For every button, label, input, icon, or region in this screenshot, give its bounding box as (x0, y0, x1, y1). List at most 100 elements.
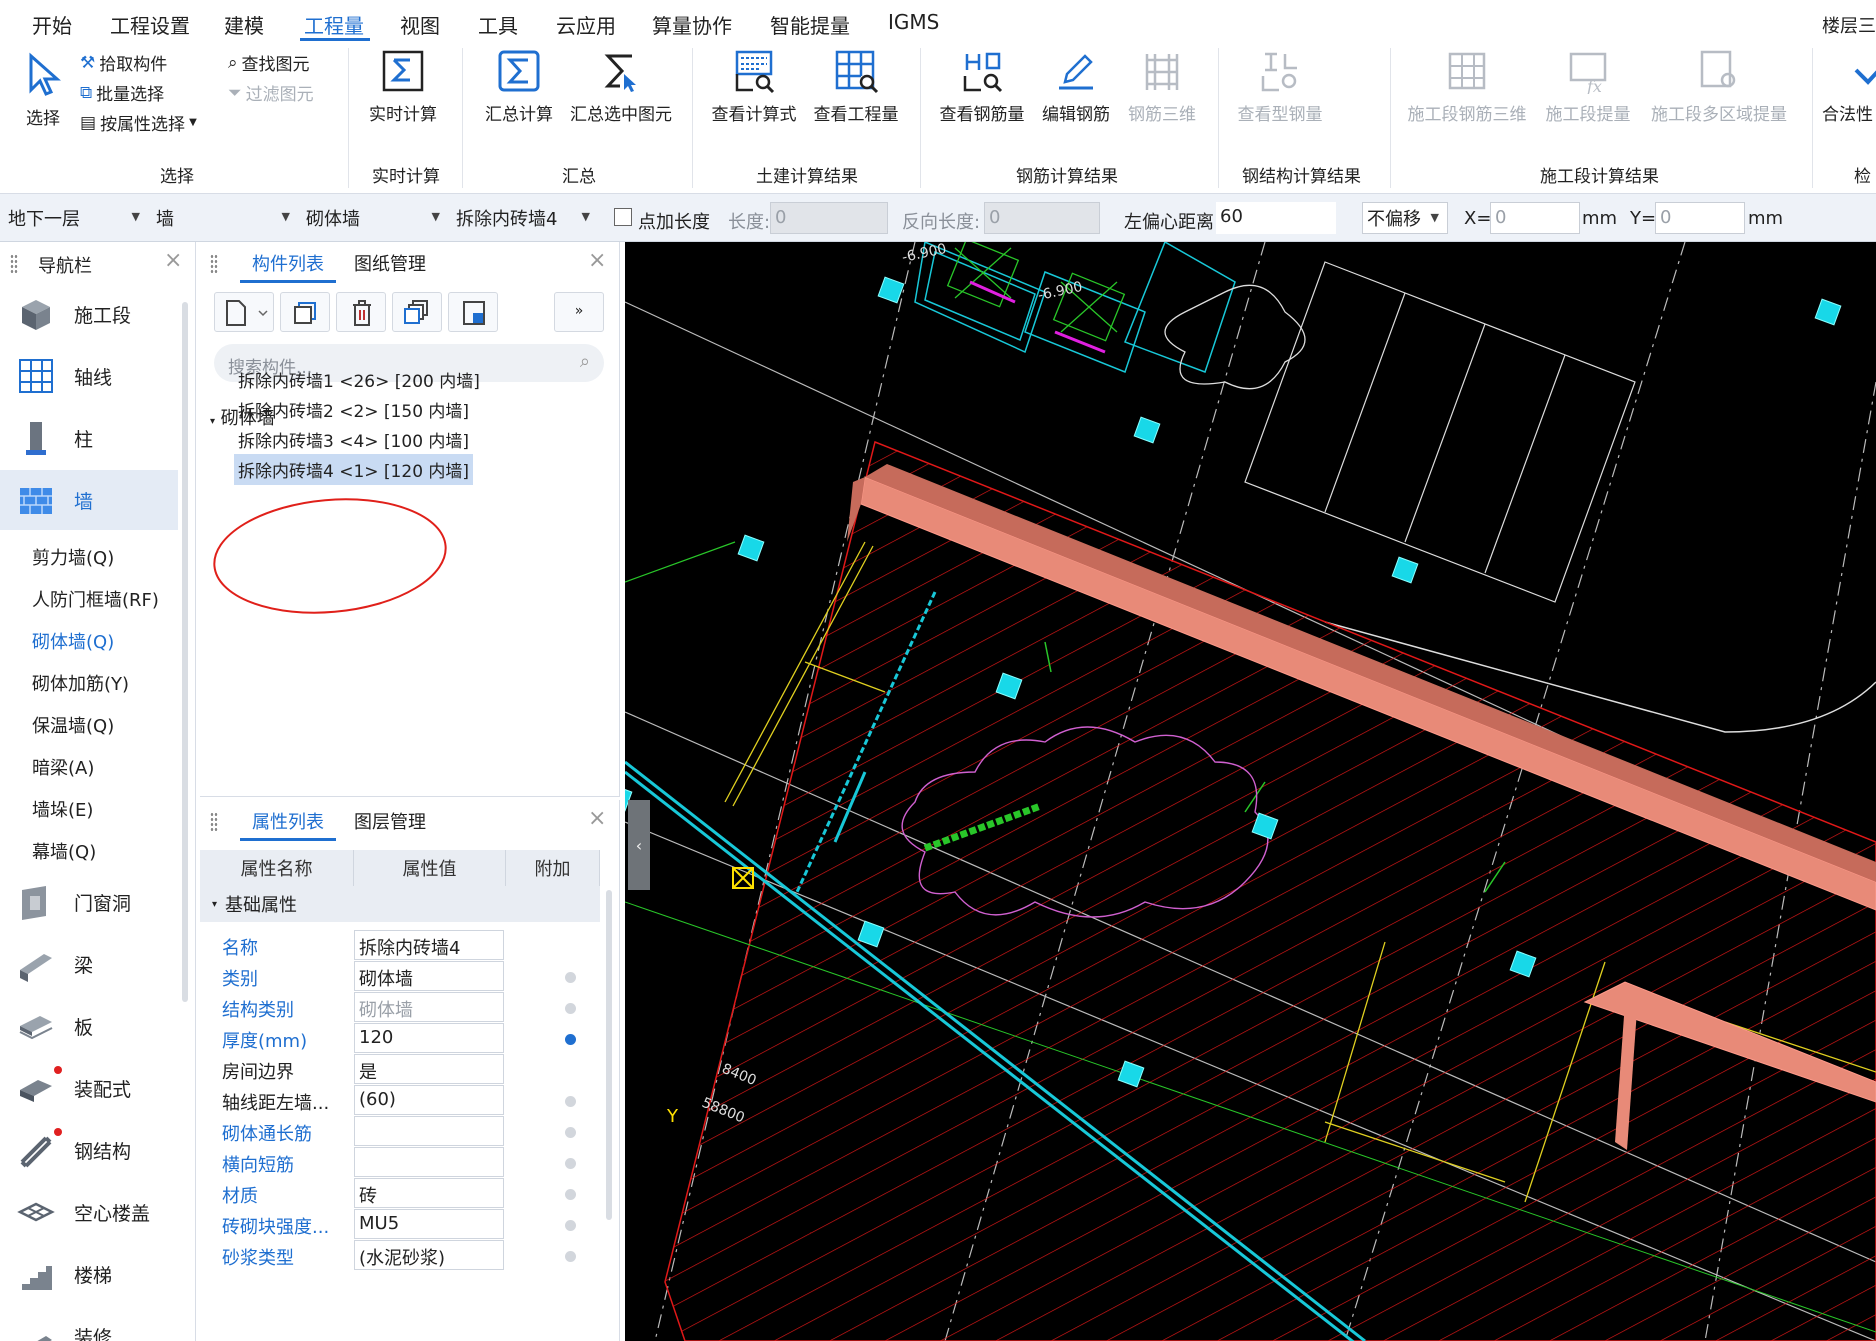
attach-dot[interactable] (565, 1003, 576, 1014)
offset-label: 左偏心距离: (1124, 212, 1221, 233)
prop-value[interactable]: (水泥砂浆) (354, 1240, 504, 1270)
nav-scrollbar[interactable] (182, 302, 188, 1002)
nav-item-beam[interactable]: 梁 (0, 934, 178, 994)
stage-quantity-button[interactable]: fx 施工段提量 (1540, 48, 1636, 125)
attach-dot[interactable] (565, 1189, 576, 1200)
pick-component-button[interactable]: ⚒ 拾取构件 (80, 50, 167, 76)
prop-value[interactable]: 拆除内砖墙4 (354, 930, 504, 960)
nav-sub-masonry-wall[interactable]: 砌体墙(Q) (32, 628, 114, 654)
prop-value[interactable]: (60) (354, 1085, 504, 1115)
collapse-panel-button[interactable]: ‹ (628, 800, 650, 890)
batch-select-button[interactable]: ⧉ 批量选择 (80, 80, 164, 106)
nav-sub-civil-door-frame[interactable]: 人防门框墙(RF) (32, 586, 159, 612)
legality-check-button[interactable]: 合法性 (1822, 48, 1876, 125)
drag-grip-icon[interactable] (10, 254, 18, 274)
property-group-basic[interactable]: ▾ 基础属性 (200, 886, 600, 922)
prop-value[interactable]: 120 (354, 1023, 504, 1053)
nav-sub-shear-wall[interactable]: 剪力墙(Q) (32, 544, 114, 570)
drag-grip-icon[interactable] (210, 812, 218, 832)
x-input[interactable]: 0 (1490, 202, 1580, 234)
select-button[interactable]: 选择 (18, 52, 68, 129)
floor-select[interactable]: 地下一层 ▼ (4, 202, 148, 234)
filter-element-button[interactable]: ⏷ 过滤图元 (228, 80, 314, 106)
category-select[interactable]: 墙 ▼ (152, 202, 298, 234)
brick-wall-icon (20, 488, 52, 514)
x-label: X= (1464, 208, 1492, 229)
view-quantity-icon (835, 50, 879, 94)
nav-sub-hidden-beam[interactable]: 暗梁(A) (32, 754, 94, 780)
nav-item-decoration[interactable]: 装修 (0, 1306, 178, 1341)
prop-value[interactable]: 砖 (354, 1178, 504, 1208)
nav-item-slab[interactable]: 板 (0, 996, 178, 1056)
prop-value[interactable] (354, 1116, 504, 1146)
summary-calc-button[interactable]: 汇总计算 (474, 48, 564, 125)
stage-multi-area-button[interactable]: 施工段多区域提量 (1644, 48, 1794, 125)
prop-value[interactable] (354, 1147, 504, 1177)
offset-input[interactable]: 60 (1216, 202, 1336, 234)
attach-dot[interactable] (565, 972, 576, 983)
realtime-calc-button[interactable]: 实时计算 (358, 48, 448, 125)
view-formula-label: 查看计算式 (711, 105, 797, 125)
nav-sub-insulation-wall[interactable]: 保温墙(Q) (32, 712, 114, 738)
stage-rebar-icon (1448, 52, 1486, 90)
prop-value[interactable]: 砌体墙 (354, 961, 504, 991)
stage-rebar-3d-button[interactable]: 施工段钢筋三维 (1402, 48, 1532, 125)
type-select[interactable]: 砌体墙 ▼ (302, 202, 448, 234)
view-rebar-button[interactable]: 查看钢筋量 (934, 48, 1030, 125)
nav-item-door-window[interactable]: 门窗洞 (0, 872, 178, 932)
view-steel-button[interactable]: 查看型钢量 (1230, 48, 1330, 125)
nav-sub-masonry-rebar[interactable]: 砌体加筋(Y) (32, 670, 129, 696)
edit-rebar-button[interactable]: 编辑钢筋 (1036, 48, 1116, 125)
nav-item-hollow-floor[interactable]: 空心楼盖 (0, 1182, 178, 1242)
nav-sub-curtain-wall[interactable]: 幕墙(Q) (32, 838, 96, 864)
menu-start[interactable]: 开始 (32, 10, 72, 39)
menu-tools[interactable]: 工具 (478, 10, 518, 39)
y-input[interactable]: 0 (1655, 202, 1745, 234)
leader-line (625, 541, 736, 583)
component-select-value: 拆除内砖墙4 (456, 209, 558, 230)
length-input[interactable]: 0 (770, 202, 888, 234)
menu-igms[interactable]: IGMS (888, 10, 939, 34)
nav-item-steel[interactable]: 钢结构 (0, 1120, 178, 1180)
close-icon[interactable]: × (588, 806, 606, 831)
menu-cloud[interactable]: 云应用 (556, 10, 616, 39)
add-length-checkbox[interactable] (614, 208, 632, 226)
menu-quantities[interactable]: 工程量 (304, 10, 364, 39)
view-formula-button[interactable]: 查看计算式 (706, 48, 802, 125)
prop-value[interactable]: 砌体墙 (354, 992, 504, 1022)
close-icon[interactable]: × (164, 248, 182, 273)
attach-dot[interactable] (565, 1251, 576, 1262)
nav-item-stairs[interactable]: 楼梯 (0, 1244, 178, 1304)
attach-dot[interactable] (565, 1220, 576, 1231)
property-scrollbar[interactable] (606, 890, 612, 1220)
menu-modeling[interactable]: 建模 (224, 10, 264, 39)
rebar-3d-button[interactable]: 钢筋三维 (1122, 48, 1202, 125)
nav-item-column[interactable]: 柱 (0, 408, 178, 468)
nav-item-prefab[interactable]: 装配式 (0, 1058, 178, 1118)
nav-sub-wall-pier[interactable]: 墙垛(E) (32, 796, 93, 822)
attach-dot[interactable] (565, 1034, 576, 1045)
attach-dot[interactable] (565, 1158, 576, 1169)
prop-value[interactable]: 是 (354, 1054, 504, 1084)
menu-collab[interactable]: 算量协作 (652, 10, 732, 39)
component-select[interactable]: 拆除内砖墙4 ▼ (452, 202, 598, 234)
attach-dot[interactable] (565, 1127, 576, 1138)
drawing-canvas[interactable]: -6.900 -6.900 ▪▪▪▪▪▪▪▪▪▪▪▪▪ 8400 58800 Y (625, 242, 1876, 1341)
reverse-length-input[interactable]: 0 (984, 202, 1100, 234)
find-element-button[interactable]: ⌕ 查找图元 (228, 50, 310, 76)
nav-item-axis[interactable]: 轴线 (0, 346, 178, 406)
prop-value[interactable]: MU5 (354, 1209, 504, 1239)
menu-smart[interactable]: 智能提量 (770, 10, 850, 39)
menu-view[interactable]: 视图 (400, 10, 440, 39)
select-by-attr-button[interactable]: ▤ 按属性选择 ▼ (80, 110, 197, 136)
floor-label[interactable]: 楼层三 (1822, 12, 1876, 38)
summary-selected-button[interactable]: 汇总选中图元 (566, 48, 676, 125)
nav-item-stage[interactable]: 施工段 (0, 284, 178, 344)
view-quantity-button[interactable]: 查看工程量 (808, 48, 904, 125)
tab-property-list[interactable]: 属性列表 (252, 808, 324, 834)
nav-item-wall[interactable]: 墙 (0, 470, 178, 530)
offset-mode-select[interactable]: 不偏移 ▼ (1362, 202, 1448, 234)
attach-dot[interactable] (565, 1096, 576, 1107)
tab-layer-manage[interactable]: 图层管理 (354, 808, 426, 834)
menu-project-settings[interactable]: 工程设置 (110, 10, 190, 39)
